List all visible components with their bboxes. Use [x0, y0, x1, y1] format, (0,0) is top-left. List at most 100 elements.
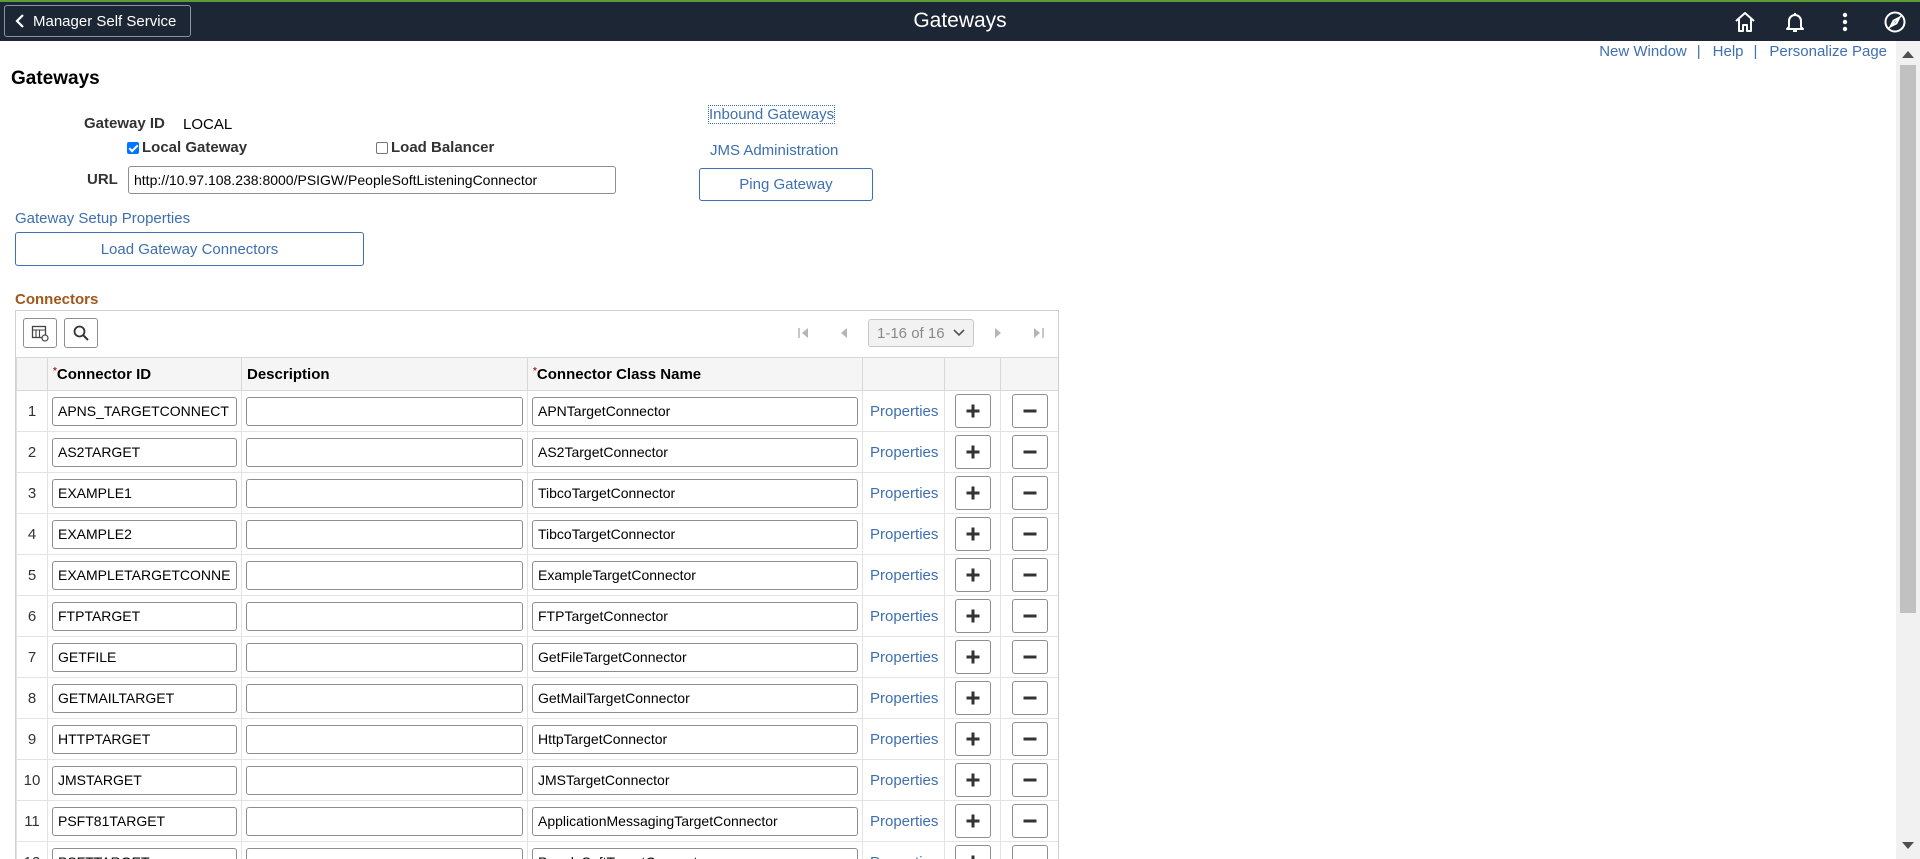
add-row-button[interactable]: [954, 558, 991, 592]
connector-class-input[interactable]: HttpTargetConnector: [532, 724, 858, 754]
connector-id-input[interactable]: HTTPTARGET: [52, 724, 237, 754]
properties-link[interactable]: Properties: [870, 813, 938, 830]
properties-link[interactable]: Properties: [870, 772, 938, 789]
add-row-button[interactable]: [954, 394, 991, 428]
delete-row-button[interactable]: [1011, 640, 1048, 674]
connector-class-input[interactable]: ExampleTargetConnector: [532, 560, 858, 590]
connector-class-input[interactable]: APNTargetConnector: [532, 396, 858, 426]
delete-row-button[interactable]: [1011, 476, 1048, 510]
delete-row-button[interactable]: [1011, 763, 1048, 797]
description-input[interactable]: [246, 601, 523, 631]
connector-id-input[interactable]: GETMAILTARGET: [52, 683, 237, 713]
connector-class-input[interactable]: FTPTargetConnector: [532, 601, 858, 631]
delete-row-button[interactable]: [1011, 599, 1048, 633]
properties-link[interactable]: Properties: [870, 649, 938, 666]
description-input[interactable]: [246, 683, 523, 713]
description-input[interactable]: [246, 642, 523, 672]
properties-link[interactable]: Properties: [870, 854, 938, 859]
page-title: Gateways: [11, 68, 100, 89]
add-row-button[interactable]: [954, 722, 991, 756]
description-input[interactable]: [246, 478, 523, 508]
home-button[interactable]: [1720, 2, 1770, 41]
add-row-button[interactable]: [954, 599, 991, 633]
url-input[interactable]: [128, 166, 616, 194]
connector-id-input[interactable]: APNS_TARGETCONNECT: [52, 396, 237, 426]
add-row-button[interactable]: [954, 845, 991, 859]
scrollbar-thumb[interactable]: [1900, 65, 1916, 613]
connector-id-input[interactable]: PSFT81TARGET: [52, 806, 237, 836]
delete-row-button[interactable]: [1011, 681, 1048, 715]
delete-row-button[interactable]: [1011, 845, 1048, 859]
first-page-button[interactable]: [784, 318, 824, 348]
description-input[interactable]: [246, 560, 523, 590]
properties-link[interactable]: Properties: [870, 403, 938, 420]
description-input[interactable]: [246, 724, 523, 754]
new-window-link[interactable]: New Window: [1599, 43, 1687, 60]
add-row-button[interactable]: [954, 517, 991, 551]
add-row-button[interactable]: [954, 763, 991, 797]
properties-link[interactable]: Properties: [870, 567, 938, 584]
navbar-button[interactable]: [1870, 2, 1920, 41]
personalize-page-link[interactable]: Personalize Page: [1769, 43, 1887, 60]
add-row-button[interactable]: [954, 476, 991, 510]
delete-row-button[interactable]: [1011, 394, 1048, 428]
previous-page-button[interactable]: [824, 318, 864, 348]
properties-link[interactable]: Properties: [870, 731, 938, 748]
add-row-button[interactable]: [954, 681, 991, 715]
ping-gateway-button[interactable]: Ping Gateway: [699, 168, 873, 201]
personalize-grid-button[interactable]: [23, 318, 57, 348]
notifications-button[interactable]: [1770, 2, 1820, 41]
delete-row-button[interactable]: [1011, 722, 1048, 756]
connector-class-input[interactable]: GetMailTargetConnector: [532, 683, 858, 713]
description-input[interactable]: [246, 437, 523, 467]
delete-row-button[interactable]: [1011, 804, 1048, 838]
connector-id-input[interactable]: EXAMPLETARGETCONNE: [52, 560, 237, 590]
connector-id-input[interactable]: AS2TARGET: [52, 437, 237, 467]
delete-row-button[interactable]: [1011, 517, 1048, 551]
description-input[interactable]: [246, 519, 523, 549]
first-page-icon: [798, 328, 808, 338]
connector-id-input[interactable]: FTPTARGET: [52, 601, 237, 631]
properties-link[interactable]: Properties: [870, 444, 938, 461]
help-link[interactable]: Help: [1713, 43, 1744, 60]
actions-menu-button[interactable]: [1820, 2, 1870, 41]
connector-class-input[interactable]: GetFileTargetConnector: [532, 642, 858, 672]
connector-class-input[interactable]: JMSTargetConnector: [532, 765, 858, 795]
properties-link[interactable]: Properties: [870, 690, 938, 707]
scroll-down-arrow-icon[interactable]: [1902, 842, 1914, 849]
gateway-setup-properties-link[interactable]: Gateway Setup Properties: [15, 210, 190, 227]
connector-class-input[interactable]: AS2TargetConnector: [532, 437, 858, 467]
properties-link[interactable]: Properties: [870, 526, 938, 543]
connector-class-input[interactable]: ApplicationMessagingTargetConnector: [532, 806, 858, 836]
vertical-scrollbar[interactable]: [1896, 41, 1920, 859]
find-in-grid-button[interactable]: [64, 318, 98, 348]
add-row-button[interactable]: [954, 435, 991, 469]
next-page-button[interactable]: [978, 318, 1018, 348]
load-gateway-connectors-button[interactable]: Load Gateway Connectors: [15, 232, 364, 266]
page-range-select[interactable]: 1-16 of 16: [868, 319, 974, 347]
properties-link[interactable]: Properties: [870, 608, 938, 625]
description-input[interactable]: [246, 765, 523, 795]
connector-id-input[interactable]: EXAMPLE2: [52, 519, 237, 549]
last-page-button[interactable]: [1018, 318, 1058, 348]
delete-row-button[interactable]: [1011, 435, 1048, 469]
connector-class-input[interactable]: TibcoTargetConnector: [532, 519, 858, 549]
load-balancer-checkbox[interactable]: [376, 141, 388, 154]
scroll-up-arrow-icon[interactable]: [1902, 51, 1914, 58]
description-input[interactable]: [246, 847, 523, 859]
properties-link[interactable]: Properties: [870, 485, 938, 502]
delete-row-button[interactable]: [1011, 558, 1048, 592]
connector-class-input[interactable]: TibcoTargetConnector: [532, 478, 858, 508]
add-row-button[interactable]: [954, 804, 991, 838]
connector-id-input[interactable]: JMSTARGET: [52, 765, 237, 795]
add-row-button[interactable]: [954, 640, 991, 674]
description-input[interactable]: [246, 806, 523, 836]
jms-administration-link[interactable]: JMS Administration: [710, 142, 838, 159]
connector-id-input[interactable]: EXAMPLE1: [52, 478, 237, 508]
connector-id-input[interactable]: PSFTTARGET: [52, 847, 237, 859]
local-gateway-checkbox[interactable]: [127, 141, 139, 154]
connector-class-input[interactable]: PeopleSoftTargetConnector: [532, 847, 858, 859]
inbound-gateways-link[interactable]: Inbound Gateways: [707, 105, 836, 124]
connector-id-input[interactable]: GETFILE: [52, 642, 237, 672]
description-input[interactable]: [246, 396, 523, 426]
